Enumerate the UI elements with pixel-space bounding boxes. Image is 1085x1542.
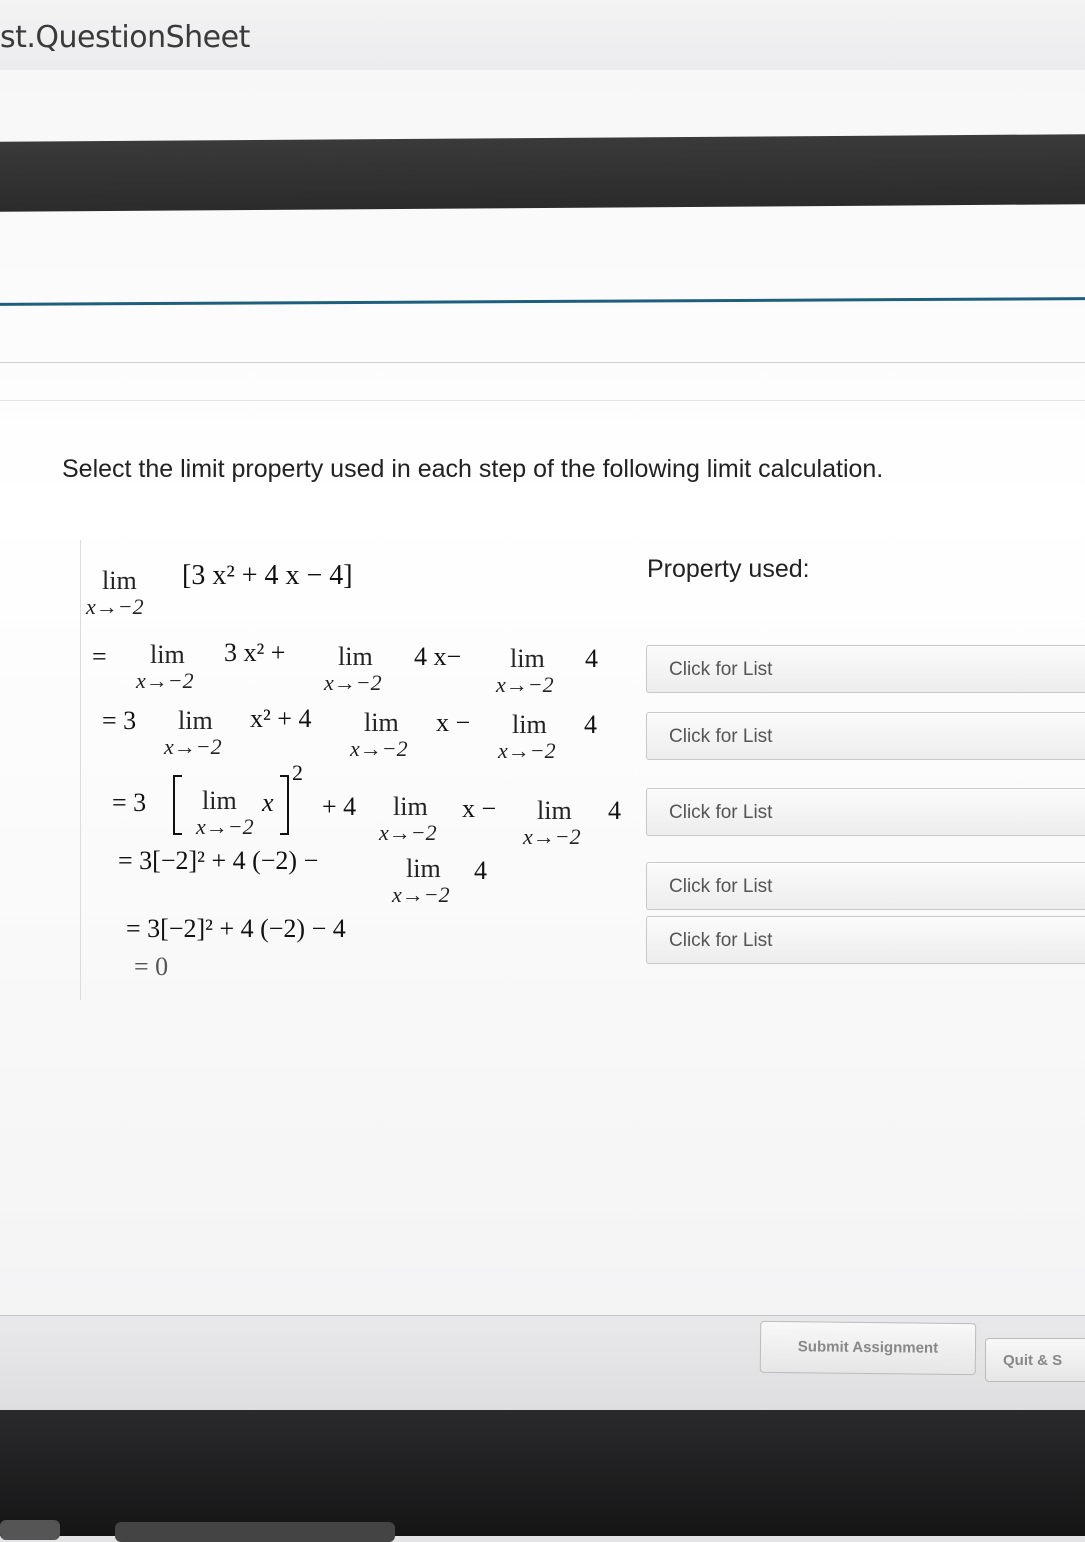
step2-limit: lim x→−2: [350, 708, 408, 761]
step4-limit: lim x→−2: [392, 854, 450, 907]
property-list-button-1[interactable]: Click for List: [646, 645, 1085, 693]
step5-expr: = 3[−2]² + 4 (−2) − 4: [126, 914, 346, 943]
step1-term-c: 4: [585, 644, 598, 673]
step1-term-b: 4 x−: [414, 642, 462, 671]
step1-limit: lim x→−2: [324, 642, 382, 695]
step2-term-b: x −: [436, 708, 471, 737]
property-list-button-3[interactable]: Click for List: [646, 788, 1085, 836]
step2-term-c: 4: [584, 710, 597, 739]
keyboard-edge: [0, 1520, 60, 1540]
step1-limit: lim x→−2: [136, 640, 194, 693]
work-area-border: [80, 540, 81, 1000]
step1-equals: =: [92, 642, 107, 671]
step4-expr: = 3[−2]² + 4 (−2) −: [118, 846, 319, 875]
limit-expression: lim x→−2: [86, 566, 144, 619]
property-list-button-2[interactable]: Click for List: [646, 712, 1085, 760]
window-title: st.QuestionSheet: [0, 20, 250, 55]
final-result: = 0: [134, 952, 169, 981]
step3-term-c: 4: [608, 796, 621, 825]
window-title-bar: st.QuestionSheet: [0, 0, 1085, 70]
keyboard-edge: [115, 1522, 395, 1542]
step4-term-c: 4: [474, 856, 487, 885]
header-band: [0, 134, 1085, 212]
question-prompt: Select the limit property used in each s…: [62, 455, 884, 483]
quit-and-save-button[interactable]: Quit & S: [985, 1338, 1085, 1382]
step1-limit: lim x→−2: [496, 644, 554, 697]
step2-limit: lim x→−2: [498, 710, 556, 763]
section-divider: [0, 362, 1085, 363]
step3-limit: lim x→−2: [523, 796, 581, 849]
submit-assignment-button[interactable]: Submit Assignment: [759, 1320, 977, 1376]
monitor-bezel: [0, 1410, 1085, 1536]
limit-function: [3 x² + 4 x − 4]: [182, 560, 353, 591]
step3-term-a: + 4: [322, 792, 357, 821]
step2-term-a: x² + 4: [250, 704, 312, 733]
property-list-button-4[interactable]: Click for List: [646, 862, 1085, 910]
property-used-header: Property used:: [647, 555, 810, 583]
step2-coef: = 3: [102, 706, 137, 735]
step3-limit: lim x→−2: [196, 786, 254, 839]
step2-limit: lim x→−2: [164, 706, 222, 759]
section-divider-2: [0, 400, 1085, 401]
step3-term-b: x −: [462, 794, 497, 823]
step1-term-a: 3 x² +: [224, 638, 286, 667]
step3-limit: lim x→−2: [379, 792, 437, 845]
step3-coef: = 3: [112, 788, 147, 817]
step3-exponent: 2: [292, 760, 303, 785]
step3-inner: x: [262, 788, 274, 817]
property-list-button-5[interactable]: Click for List: [646, 916, 1085, 964]
